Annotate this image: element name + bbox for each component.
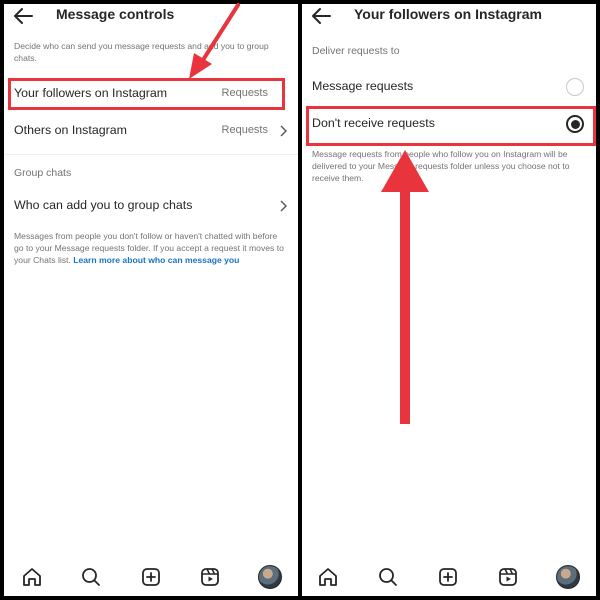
deliver-requests-heading: Deliver requests to xyxy=(312,45,400,57)
page-title: Message controls xyxy=(56,6,175,22)
followers-settings-panel: Your followers on Instagram Deliver requ… xyxy=(302,4,596,596)
radio-dont-receive[interactable] xyxy=(566,115,584,133)
message-controls-panel: Message controls Decide who can send you… xyxy=(4,4,298,596)
row-label: Who can add you to group chats xyxy=(14,198,193,212)
row-others-on-instagram[interactable]: Others on Instagram Requests xyxy=(4,117,298,145)
bottom-nav xyxy=(4,560,298,596)
create-icon[interactable] xyxy=(437,566,459,588)
profile-avatar[interactable] xyxy=(556,565,580,589)
row-who-can-add-group[interactable]: Who can add you to group chats xyxy=(4,192,298,220)
radio-message-requests[interactable] xyxy=(566,78,584,96)
reels-icon[interactable] xyxy=(497,566,519,588)
back-arrow-icon[interactable] xyxy=(12,6,34,26)
learn-more-link[interactable]: Learn more about who can message you xyxy=(73,255,239,265)
page-title: Your followers on Instagram xyxy=(354,6,542,22)
option-message-requests[interactable]: Message requests xyxy=(302,73,596,101)
divider xyxy=(4,154,298,155)
description-text: Decide who can send you message requests… xyxy=(14,41,269,63)
row-value: Requests xyxy=(221,124,268,136)
bottom-nav xyxy=(302,560,596,596)
row-your-followers[interactable]: Your followers on Instagram Requests xyxy=(4,80,298,108)
option-dont-receive[interactable]: Don't receive requests xyxy=(302,110,596,138)
row-value: Requests xyxy=(221,87,268,99)
search-icon[interactable] xyxy=(377,566,399,588)
info-text: Message requests from people who follow … xyxy=(312,149,570,183)
header: Your followers on Instagram xyxy=(302,4,596,34)
profile-avatar[interactable] xyxy=(258,565,282,589)
home-icon[interactable] xyxy=(21,566,43,588)
row-label: Others on Instagram xyxy=(14,123,127,137)
option-label: Message requests xyxy=(312,79,414,93)
option-label: Don't receive requests xyxy=(312,116,435,130)
row-label: Your followers on Instagram xyxy=(14,86,168,100)
chevron-right-icon xyxy=(280,200,287,212)
reels-icon[interactable] xyxy=(199,566,221,588)
chevron-right-icon xyxy=(280,125,287,137)
search-icon[interactable] xyxy=(80,566,102,588)
create-icon[interactable] xyxy=(140,566,162,588)
home-icon[interactable] xyxy=(317,566,339,588)
group-chats-heading: Group chats xyxy=(14,167,72,179)
group-info-text: Messages from people you don't follow or… xyxy=(14,230,289,266)
back-arrow-icon[interactable] xyxy=(310,6,332,26)
header: Message controls xyxy=(4,4,298,34)
